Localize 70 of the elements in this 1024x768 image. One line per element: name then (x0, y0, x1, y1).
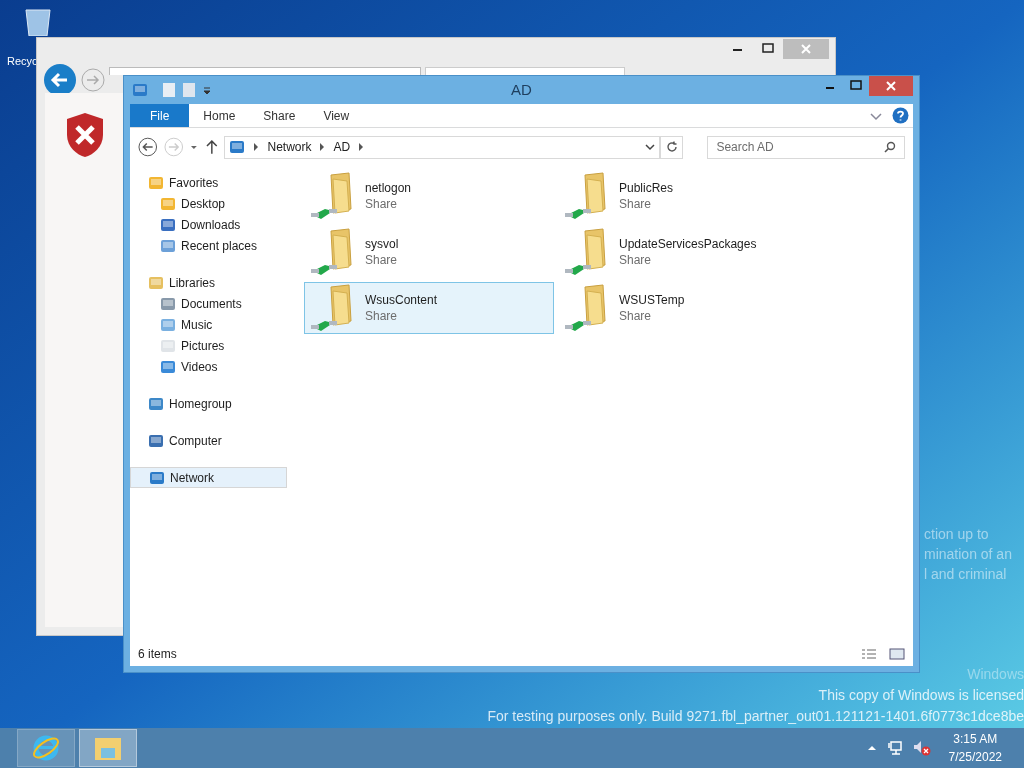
breadcrumb-arrow-icon[interactable] (358, 143, 365, 151)
item-name: UpdateServicesPackages (619, 236, 757, 252)
nav-item[interactable]: Downloads (130, 214, 287, 235)
search-icon (884, 141, 896, 153)
caret-up-icon[interactable] (866, 744, 877, 752)
dropdown-icon[interactable] (202, 85, 212, 95)
item-name: sysvol (365, 236, 399, 252)
nav-item[interactable]: Network (130, 467, 287, 488)
item-name: PublicRes (619, 180, 674, 196)
item-name: netlogon (365, 180, 412, 196)
nav-item[interactable]: Music (130, 314, 287, 335)
item-type: Share (619, 196, 653, 212)
help-icon[interactable] (892, 107, 909, 124)
shield-error-icon (65, 111, 105, 159)
share-item[interactable]: WsusContent Share (304, 282, 554, 334)
breadcrumb-item[interactable]: Network (267, 138, 312, 156)
browser-e-icon (31, 733, 61, 763)
desktop-icon-label[interactable]: Recyc (7, 53, 38, 70)
share-item[interactable]: netlogon Share (304, 170, 554, 222)
back-icon[interactable] (138, 137, 158, 157)
address-field[interactable] (109, 67, 421, 75)
recycle-bin-icon[interactable] (23, 8, 53, 36)
breadcrumb-item[interactable]: AD (333, 138, 351, 156)
item-name: WsusContent (365, 292, 438, 308)
desktop-notice-text: mination of an (924, 545, 1012, 564)
item-type: Share (619, 252, 653, 268)
desktop-notice-text: l and criminal (924, 565, 1008, 584)
status-text: 6 items (138, 646, 177, 663)
share-item[interactable]: WSUSTemp Share (558, 282, 808, 334)
window-title: AD (511, 79, 532, 100)
license-text: Windows (967, 665, 1024, 684)
refresh-icon (665, 141, 678, 153)
nav-item[interactable]: Computer (130, 430, 287, 451)
refresh-button[interactable] (659, 135, 684, 159)
desktop-notice-text: ction up to (924, 525, 990, 544)
item-type: Share (365, 252, 399, 268)
up-arrow-icon[interactable] (204, 139, 219, 155)
item-name: WSUSTemp (619, 292, 685, 308)
address-bar[interactable]: Network AD (224, 135, 660, 159)
item-type: Share (619, 308, 653, 324)
file-tab[interactable]: File (130, 104, 190, 127)
chevron-down-icon[interactable] (644, 143, 655, 151)
tiles-view-icon[interactable] (889, 648, 905, 660)
ribbon-tab[interactable]: View (309, 104, 364, 127)
nav-item[interactable]: Videos (130, 356, 287, 377)
breadcrumb-arrow-icon[interactable] (253, 143, 260, 151)
clock-date[interactable]: 7/25/2022 (948, 748, 1002, 766)
license-text: For testing purposes only. Build 9271.fbl_partner_out01.121121-1401.6f0773c1dce8be (487, 707, 1024, 726)
network-icon[interactable] (886, 740, 903, 756)
nav-item[interactable]: Homegroup (130, 393, 287, 414)
nav-item[interactable]: Libraries (130, 272, 287, 293)
clock-time[interactable]: 3:15 AM (953, 730, 998, 748)
nav-item[interactable]: Pictures (130, 335, 287, 356)
nav-item[interactable]: Recent places (130, 235, 287, 256)
ribbon-tab[interactable]: Share (249, 104, 310, 127)
share-item[interactable]: UpdateServicesPackages Share (558, 226, 808, 278)
license-text: This copy of Windows is licensed (818, 686, 1024, 705)
close-icon[interactable] (869, 76, 913, 96)
item-type: Share (365, 196, 399, 212)
breadcrumb-arrow-icon[interactable] (319, 143, 326, 151)
search-input[interactable]: Search AD (716, 138, 884, 156)
ribbon-tab[interactable]: Home (189, 104, 250, 127)
nav-item[interactable]: Documents (130, 293, 287, 314)
nav-item[interactable]: Desktop (130, 193, 287, 214)
share-item[interactable]: sysvol Share (304, 226, 554, 278)
search-field[interactable]: Search AD (707, 135, 905, 159)
share-item[interactable]: PublicRes Share (558, 170, 808, 222)
item-type: Share (365, 308, 399, 324)
nav-item[interactable]: Favorites (130, 172, 287, 193)
speaker-muted-icon[interactable] (912, 740, 931, 756)
